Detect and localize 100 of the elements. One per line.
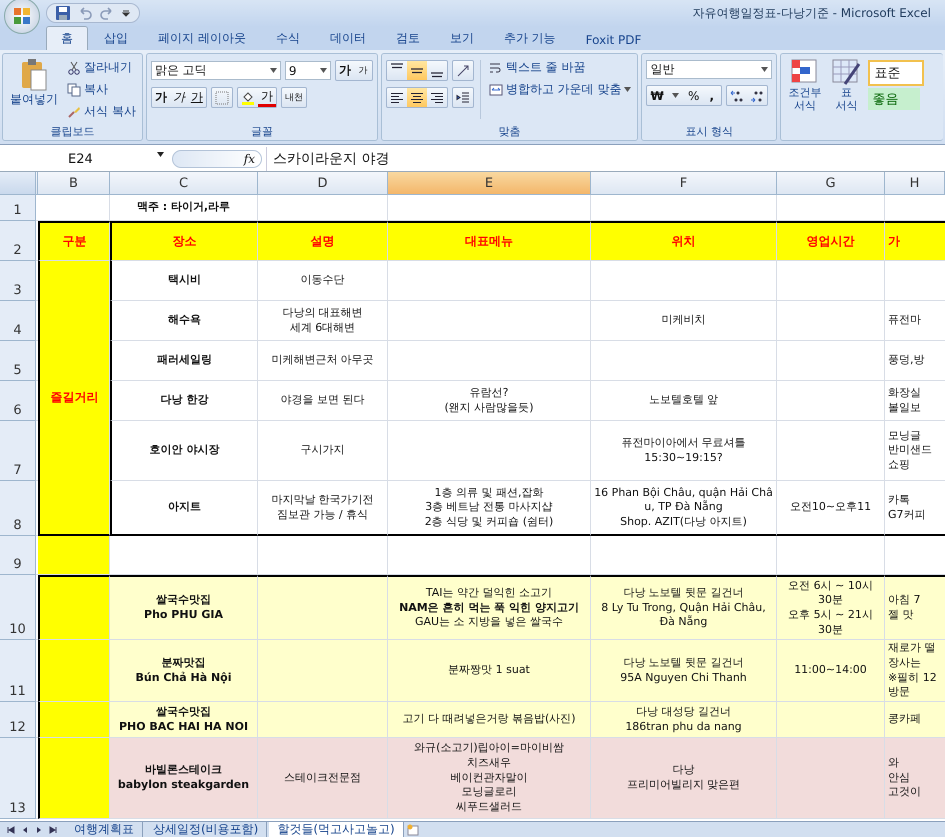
align-lines-icon	[390, 92, 404, 104]
caret-icon	[761, 67, 768, 72]
ribbon-tab[interactable]: 추가 기능	[490, 27, 570, 50]
good-style-option[interactable]: 좋음	[868, 88, 920, 110]
table-cell: 가	[885, 221, 945, 261]
format-as-table-button[interactable]: 표 서식	[828, 56, 864, 114]
row-header[interactable]: 6	[0, 381, 36, 421]
paste-button[interactable]: 붙여넣기	[7, 56, 61, 108]
ribbon-tab[interactable]: 홈	[46, 26, 88, 50]
italic-button[interactable]: 가	[170, 88, 188, 107]
table-cell: 노보텔호텔 앞	[591, 381, 777, 421]
row-header[interactable]: 11	[0, 640, 36, 702]
ribbon-tab[interactable]: 검토	[382, 27, 434, 50]
underline-button[interactable]: 가	[188, 88, 206, 107]
table-cell: 설명	[258, 221, 388, 261]
number-format-dropdown[interactable]: 일반	[646, 60, 772, 79]
customize-caret-icon[interactable]	[121, 8, 131, 18]
table-cell: 와 안심 고것이	[885, 738, 945, 819]
format-painter-button[interactable]: 서식 복사	[65, 102, 138, 121]
row-header[interactable]: 7	[0, 421, 36, 481]
font-name-dropdown[interactable]: 맑은 고딕	[150, 61, 281, 80]
vertical-align-button[interactable]	[406, 61, 427, 80]
phonetic-button[interactable]: 내천	[282, 88, 306, 107]
office-button[interactable]	[4, 0, 40, 34]
caret-icon	[270, 68, 277, 73]
table-cell: 다낭의 대표해변 세계 6대해변	[258, 301, 388, 341]
ribbon-tab[interactable]: 데이터	[316, 27, 380, 50]
cut-button[interactable]: 잘라내기	[65, 58, 138, 77]
window-title: 자유여행일정표-다낭기준 - Microsoft Excel	[692, 4, 931, 22]
save-icon[interactable]	[55, 5, 71, 21]
insert-function-button[interactable]: fx	[172, 150, 262, 168]
table-cell	[38, 575, 110, 640]
table-cell: 카톡 G7커피	[885, 481, 945, 536]
caret-icon	[624, 87, 632, 92]
ribbon-tab[interactable]: 수식	[262, 27, 314, 50]
table-cell: 미케비치	[591, 301, 777, 341]
shrink-font-button[interactable]: 가	[354, 61, 372, 80]
table-cell: 마지막날 한국가기전 짐보관 가능 / 휴식	[258, 481, 388, 536]
row-header[interactable]: 3	[0, 261, 36, 301]
name-box[interactable]: E24	[0, 152, 168, 166]
table-cell: 오전10~오후11	[777, 481, 885, 536]
table-cell: 대표메뉴	[388, 221, 591, 261]
percent-button[interactable]: %	[684, 86, 703, 105]
column-header[interactable]: H	[885, 172, 945, 195]
decrease-decimal-icon	[750, 88, 764, 102]
column-header[interactable]: E	[388, 172, 591, 195]
first-sheet-icon[interactable]	[6, 824, 16, 834]
row-header[interactable]: 9	[0, 536, 36, 575]
row-header[interactable]: 12	[0, 702, 36, 738]
copy-button[interactable]: 복사	[65, 80, 138, 99]
normal-style-option[interactable]: 표준	[868, 60, 924, 86]
table-cell: 풍덩,방	[885, 341, 945, 381]
wrap-text-button[interactable]: 텍스트 줄 바꿈	[486, 58, 634, 77]
merge-center-button[interactable]: 병합하고 가운데 맞춤	[486, 80, 634, 99]
indent-icon	[456, 90, 470, 104]
group-label: 글꼴	[250, 124, 274, 140]
bold-button[interactable]: 가	[152, 88, 170, 107]
comma-button[interactable]: ,	[702, 86, 721, 105]
sheet-tab[interactable]: 여행계획표	[66, 822, 143, 837]
column-header[interactable]: B	[38, 172, 110, 195]
table-cell	[38, 640, 110, 702]
group-label: 클립보드	[49, 124, 96, 140]
column-header[interactable]: G	[777, 172, 885, 195]
table-cell: 미케해변근처 아무곳	[258, 341, 388, 381]
ribbon-tab[interactable]: 삽입	[90, 27, 142, 50]
sheet-tab[interactable]: 상세일정(비용포함)	[145, 822, 268, 837]
ribbon-tab[interactable]: 페이지 레이아웃	[144, 27, 260, 50]
group-label: 맞춤	[498, 124, 522, 140]
office-logo-icon	[12, 6, 32, 26]
new-sheet-icon[interactable]	[406, 822, 420, 836]
column-header[interactable]: D	[258, 172, 388, 195]
column-header[interactable]: C	[110, 172, 258, 195]
row-header[interactable]: 13	[0, 738, 36, 819]
formula-input[interactable]: 스카이라운지 야경	[266, 147, 945, 171]
row-header[interactable]: 4	[0, 301, 36, 341]
align-lines-icon	[430, 92, 444, 104]
table-cell: 쌀국수맛집 Pho PHU GIA	[110, 575, 258, 640]
horizontal-align-button[interactable]	[406, 88, 427, 107]
paint-bucket-icon	[240, 90, 255, 104]
table-brush-icon	[831, 58, 862, 86]
row-header[interactable]: 10	[0, 575, 36, 640]
table-cell: 11:00~14:00	[777, 640, 885, 702]
currency-button[interactable]: ₩	[647, 86, 667, 105]
last-sheet-icon[interactable]	[48, 824, 58, 834]
row-header[interactable]: 2	[0, 221, 36, 261]
ribbon-tab[interactable]: Foxit PDF	[572, 30, 656, 50]
row-header[interactable]: 8	[0, 481, 36, 536]
table-cell: 콩카페	[885, 702, 945, 738]
font-size-dropdown[interactable]: 9	[284, 61, 331, 80]
wrap-text-icon	[488, 60, 503, 74]
table-cell: 야경을 보면 된다	[258, 381, 388, 421]
column-header[interactable]: F	[591, 172, 777, 195]
sheet-tab[interactable]: 할것들(먹고사고놀고)	[269, 822, 404, 837]
row-header[interactable]: 1	[0, 195, 36, 221]
grow-font-button[interactable]: 가	[336, 61, 354, 80]
row-header[interactable]: 5	[0, 341, 36, 381]
conditional-format-button[interactable]: 조건부 서식	[785, 56, 824, 114]
table-cell: 고기 다 때려넣은거랑 볶음밥(사진)	[388, 702, 591, 738]
table-cell: 와규(소고기)립아이=마이비쌈 치즈새우 베이컨관자말이 모닝글로리 씨푸드샐러드	[388, 738, 591, 819]
ribbon-tab[interactable]: 보기	[436, 27, 488, 50]
